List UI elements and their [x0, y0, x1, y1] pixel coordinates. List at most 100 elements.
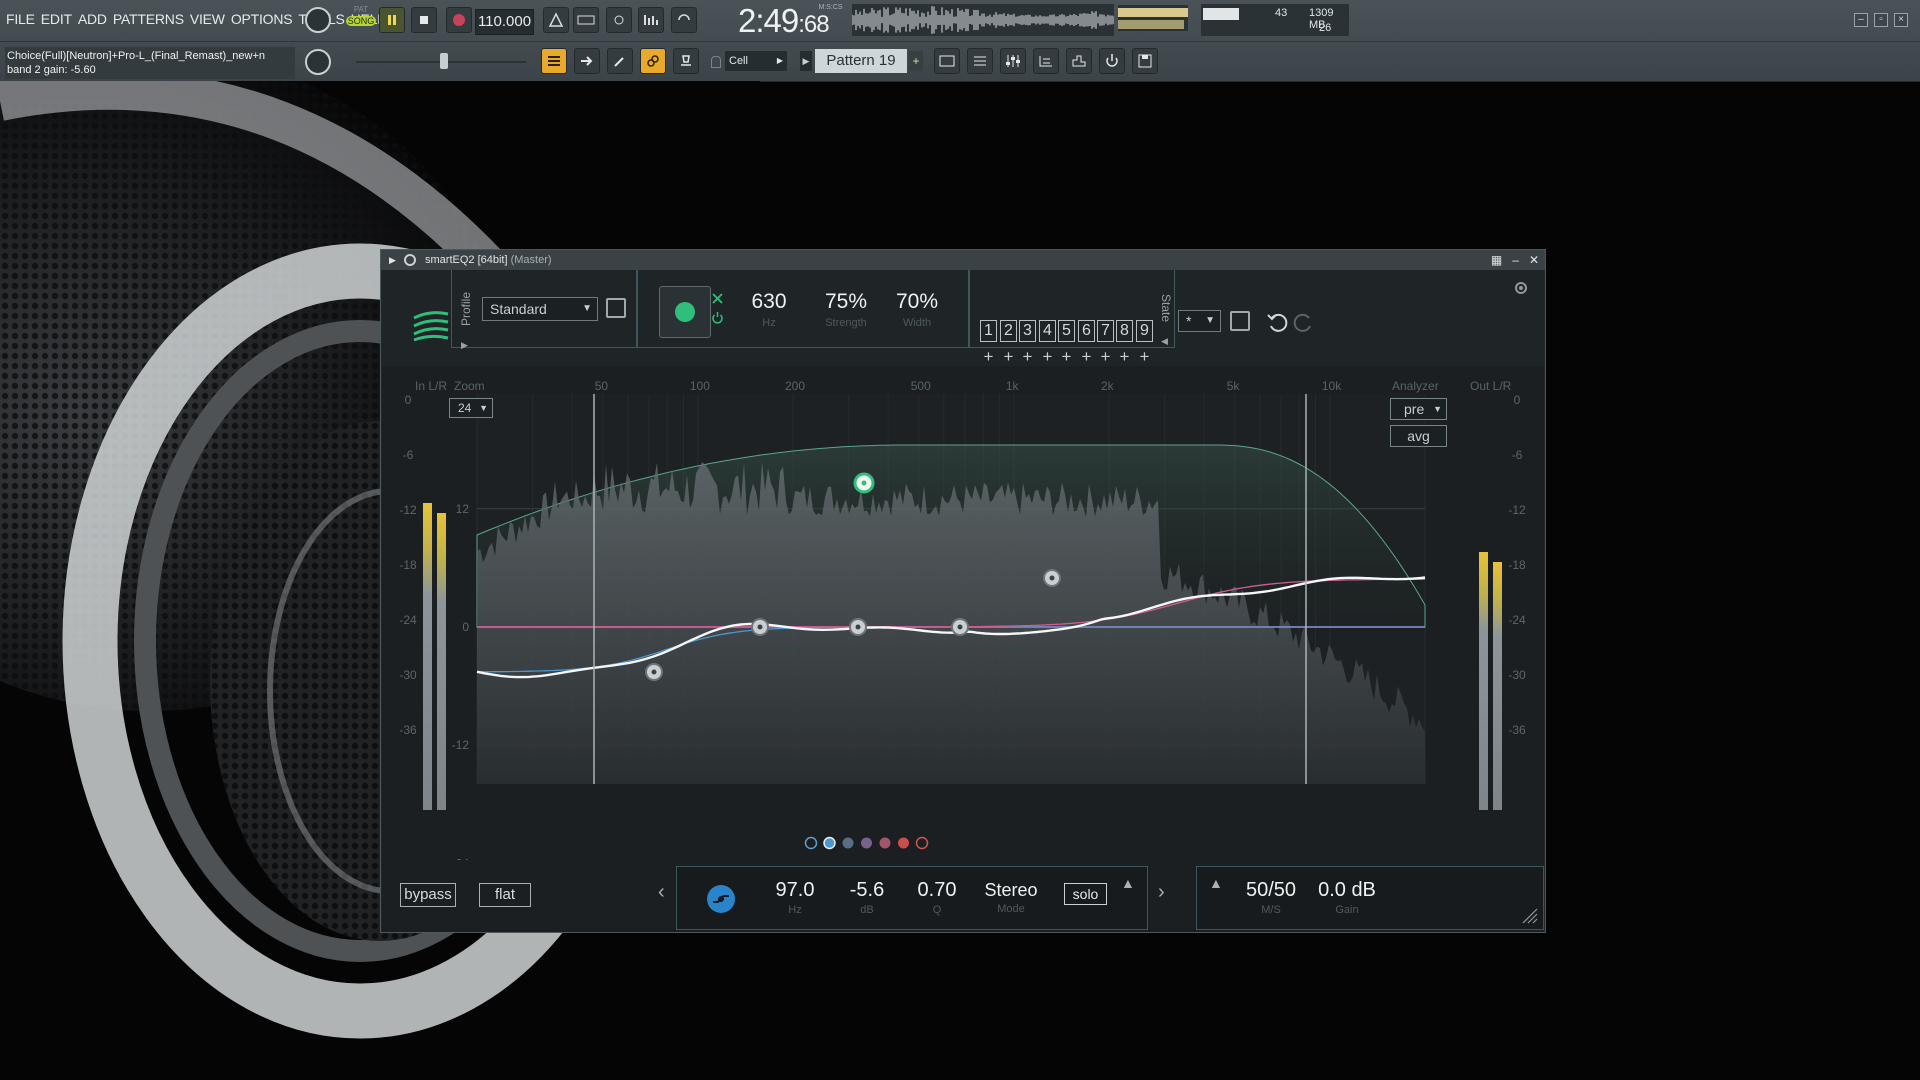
stop-button[interactable] [411, 7, 437, 33]
zoom-dropdown[interactable]: 24 ▼ [449, 398, 493, 418]
menu-add[interactable]: ADD [78, 11, 107, 27]
plugin-titlebar[interactable]: ▶ smartEQ2 [64bit] (Master) ▦ – ✕ [381, 250, 1545, 270]
chevron-down-icon: ▼ [479, 403, 488, 413]
piano-roll-button[interactable] [967, 48, 993, 74]
ms-balance[interactable]: 50/50 M/S [1239, 879, 1303, 916]
ms-balance-value: 50/50 [1245, 879, 1297, 901]
song-position-clock[interactable]: 2:49:68 M:S:CS [738, 2, 843, 40]
record-button[interactable] [446, 7, 472, 33]
close-button[interactable]: × [1894, 13, 1908, 27]
flat-button[interactable]: flat [479, 883, 531, 907]
plugin-picker-button[interactable] [1066, 48, 1092, 74]
link-button[interactable] [640, 48, 666, 74]
menu-options[interactable]: OPTIONS [231, 11, 293, 27]
next-band-arrow-icon[interactable]: › [1158, 881, 1165, 904]
band-frequency[interactable]: 97.0 Hz [765, 879, 825, 916]
plugin-menu-icon[interactable]: ▦ [1491, 250, 1502, 270]
playlist-icon [548, 56, 560, 66]
master-slider-handle[interactable] [440, 53, 448, 69]
band-mode[interactable]: Stereo Mode [975, 879, 1047, 915]
average-button[interactable]: avg [1390, 425, 1447, 447]
clock-main: 2:49 [738, 2, 799, 39]
band-select-dot[interactable] [898, 837, 909, 849]
loop-record-button[interactable] [671, 7, 697, 33]
save-button[interactable] [1132, 48, 1158, 74]
minimize-button[interactable]: – [1854, 13, 1868, 27]
record-icon [453, 14, 465, 26]
band-select-dot[interactable] [804, 836, 818, 850]
band-select-dot[interactable] [861, 837, 872, 849]
band-selector-dots [804, 836, 929, 850]
maximize-button[interactable]: ▫ [1874, 13, 1888, 27]
toolbar-row-1: FILE EDIT ADD PATTERNS VIEW OPTIONS TOOL… [0, 0, 1920, 41]
arrow-right-icon [581, 56, 593, 66]
band-gain[interactable]: -5.6 dB [837, 879, 897, 916]
forward-button[interactable] [574, 48, 600, 74]
band-select-dot[interactable] [915, 836, 929, 850]
collapse-arrow-icon[interactable]: ▶ [389, 250, 396, 270]
mixer-button[interactable] [1000, 48, 1026, 74]
menu-view[interactable]: VIEW [190, 11, 225, 27]
ms-expand-icon[interactable]: ▲ [1209, 875, 1223, 891]
output-gain-label: Gain [1335, 904, 1359, 916]
plugin-gear-icon[interactable] [404, 254, 416, 266]
stamp-button[interactable] [673, 48, 699, 74]
band-select-dot[interactable] [823, 836, 836, 850]
browser-icon [1039, 56, 1052, 67]
prev-band-arrow-icon[interactable]: ‹ [658, 881, 665, 904]
menu-edit[interactable]: EDIT [41, 11, 72, 27]
step-edit-button[interactable] [638, 7, 664, 33]
magnet-icon [711, 56, 721, 68]
output-meter-scale-label: -6 [1512, 448, 1523, 462]
band-expand-icon[interactable]: ▲ [1121, 875, 1135, 891]
band-frequency-value: 97.0 [775, 879, 815, 901]
plugin-title-text: smartEQ2 [64bit] [425, 254, 508, 266]
browser-button[interactable] [1033, 48, 1059, 74]
draw-tool-button[interactable] [607, 48, 633, 74]
input-meter-left [423, 503, 432, 810]
master-pitch-knob[interactable] [305, 49, 331, 75]
memory-monitor: 43 1309 MB 26 [1201, 4, 1349, 36]
band-parameters-panel: 97.0 Hz -5.6 dB 0.70 Q Stereo Mode solo … [676, 866, 1148, 930]
solo-button[interactable]: solo [1064, 883, 1107, 905]
daw-toolbar: FILE EDIT ADD PATTERNS VIEW OPTIONS TOOL… [0, 0, 1920, 82]
tempo-display[interactable]: 110.000 [475, 9, 534, 35]
band-q-value: 0.70 [917, 879, 957, 901]
channel-rack-button[interactable] [934, 48, 960, 74]
stop-icon [420, 16, 428, 24]
eq-graph[interactable]: 120-12-24 00-6-6-12-12-18-18-24-24-30-30… [382, 270, 1544, 870]
analyzer-mode-dropdown[interactable]: pre ▼ [1390, 398, 1447, 420]
band-q[interactable]: 0.70 Q [907, 879, 967, 916]
output-gain-value: 0.0 dB [1318, 879, 1376, 901]
pattern-prev-button[interactable]: ▶ [800, 51, 812, 71]
resize-handle-icon[interactable] [1519, 905, 1539, 925]
bypass-button[interactable]: bypass [400, 883, 456, 907]
band-type-lowshelf-icon[interactable] [707, 885, 735, 913]
band-select-dot[interactable] [879, 837, 891, 849]
hint-bar: Choice(Full)[Neutron]+Pro-L_(Final_Remas… [5, 47, 295, 79]
menu-file[interactable]: FILE [6, 11, 35, 27]
output-meter-scale-label: -12 [1508, 503, 1526, 517]
master-volume-knob[interactable] [305, 7, 331, 33]
plugin-minimize-button[interactable]: – [1512, 250, 1519, 270]
countdown-button[interactable] [606, 7, 632, 33]
pattern-selector[interactable]: Pattern 19 [815, 49, 907, 73]
playlist-button[interactable] [541, 48, 567, 74]
clock-format-label: M:S:CS [818, 4, 843, 11]
pat-song-toggle[interactable]: PAT SONG [346, 5, 376, 35]
chevron-right-icon: ▶ [776, 56, 783, 65]
snap-selector[interactable]: Cell ▶ [725, 51, 787, 71]
output-gain[interactable]: 0.0 dB Gain [1311, 879, 1383, 916]
metronome-button[interactable] [543, 7, 569, 33]
add-pattern-button[interactable]: + [909, 51, 923, 71]
song-label: SONG [346, 16, 376, 26]
pause-button[interactable] [379, 7, 405, 33]
plugin-close-button[interactable]: ✕ [1529, 250, 1539, 270]
menu-patterns[interactable]: PATTERNS [113, 11, 184, 27]
wait-for-input-button[interactable] [573, 7, 599, 33]
band-select-dot[interactable] [842, 837, 854, 849]
cpu-bar-fill-2 [1118, 20, 1184, 29]
refresh-button[interactable] [1099, 48, 1125, 74]
output-meter-left [1479, 552, 1488, 810]
node-center-dot [855, 624, 861, 630]
